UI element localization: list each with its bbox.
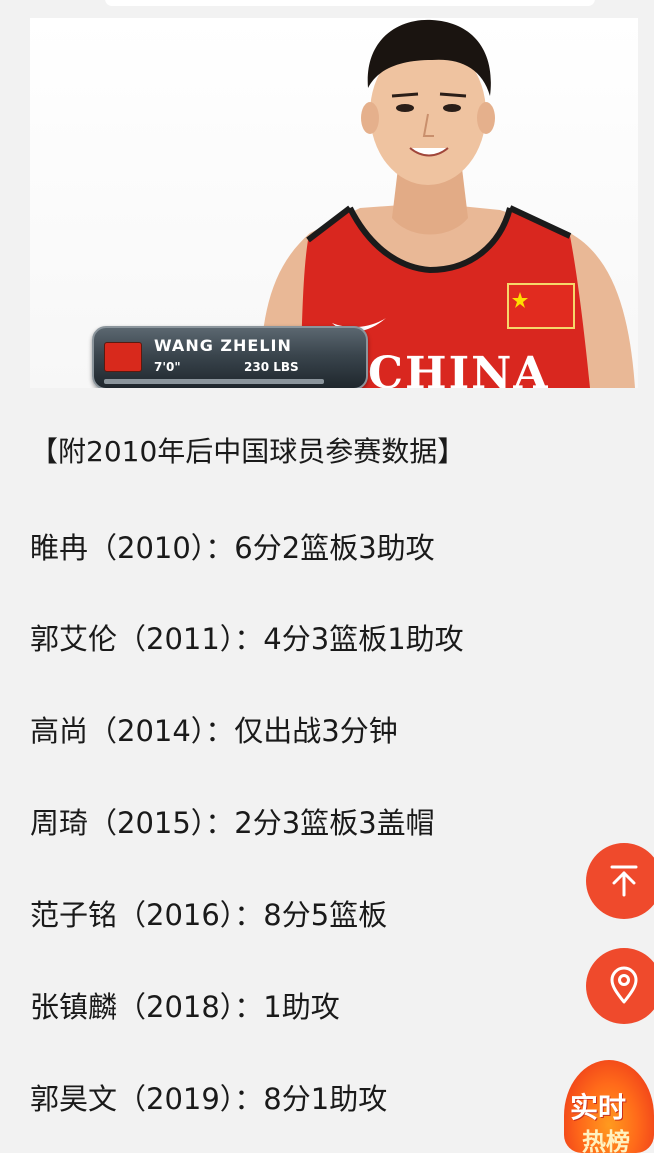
hot-badge-line2: 热榜 bbox=[582, 1128, 630, 1153]
stats-heading: 【附2010年后中国球员参赛数据】 bbox=[30, 435, 466, 468]
china-flag-icon bbox=[104, 342, 142, 372]
jersey-text: CHINA bbox=[368, 348, 550, 388]
player-name: WANG ZHELIN bbox=[154, 336, 292, 355]
arrow-up-icon bbox=[610, 865, 638, 897]
location-button[interactable] bbox=[586, 948, 654, 1024]
player-info-graphic: WANG ZHELIN 7'0" 230 LBS bbox=[92, 326, 368, 388]
hot-badge-line1: 实时 bbox=[570, 1091, 627, 1124]
stat-line: 高尚（2014）：仅出战3分钟 bbox=[30, 714, 398, 748]
scroll-to-top-button[interactable] bbox=[586, 843, 654, 919]
stat-line: 郭昊文（2019）：8分1助攻 bbox=[30, 1082, 388, 1116]
stat-line: 周琦（2015）：2分3篮板3盖帽 bbox=[30, 806, 435, 840]
location-pin-icon bbox=[610, 966, 638, 1004]
player-height: 7'0" bbox=[154, 360, 181, 374]
search-bar-edge[interactable] bbox=[105, 0, 595, 6]
article-photo: CHINA WANG ZHELIN 7'0" 230 LBS bbox=[30, 18, 638, 388]
stat-line: 郭艾伦（2011）：4分3篮板1助攻 bbox=[30, 622, 464, 656]
hot-list-badge[interactable]: 实时 热榜 bbox=[558, 1060, 654, 1153]
stat-line: 范子铭（2016）：8分5篮板 bbox=[30, 898, 388, 932]
top-bar bbox=[0, 0, 654, 12]
stat-line: 睢冉（2010）：6分2篮板3助攻 bbox=[30, 531, 435, 565]
stat-line: 张镇麟（2018）：1助攻 bbox=[30, 990, 340, 1024]
player-weight: 230 LBS bbox=[244, 360, 299, 374]
graphic-bar bbox=[104, 379, 324, 384]
